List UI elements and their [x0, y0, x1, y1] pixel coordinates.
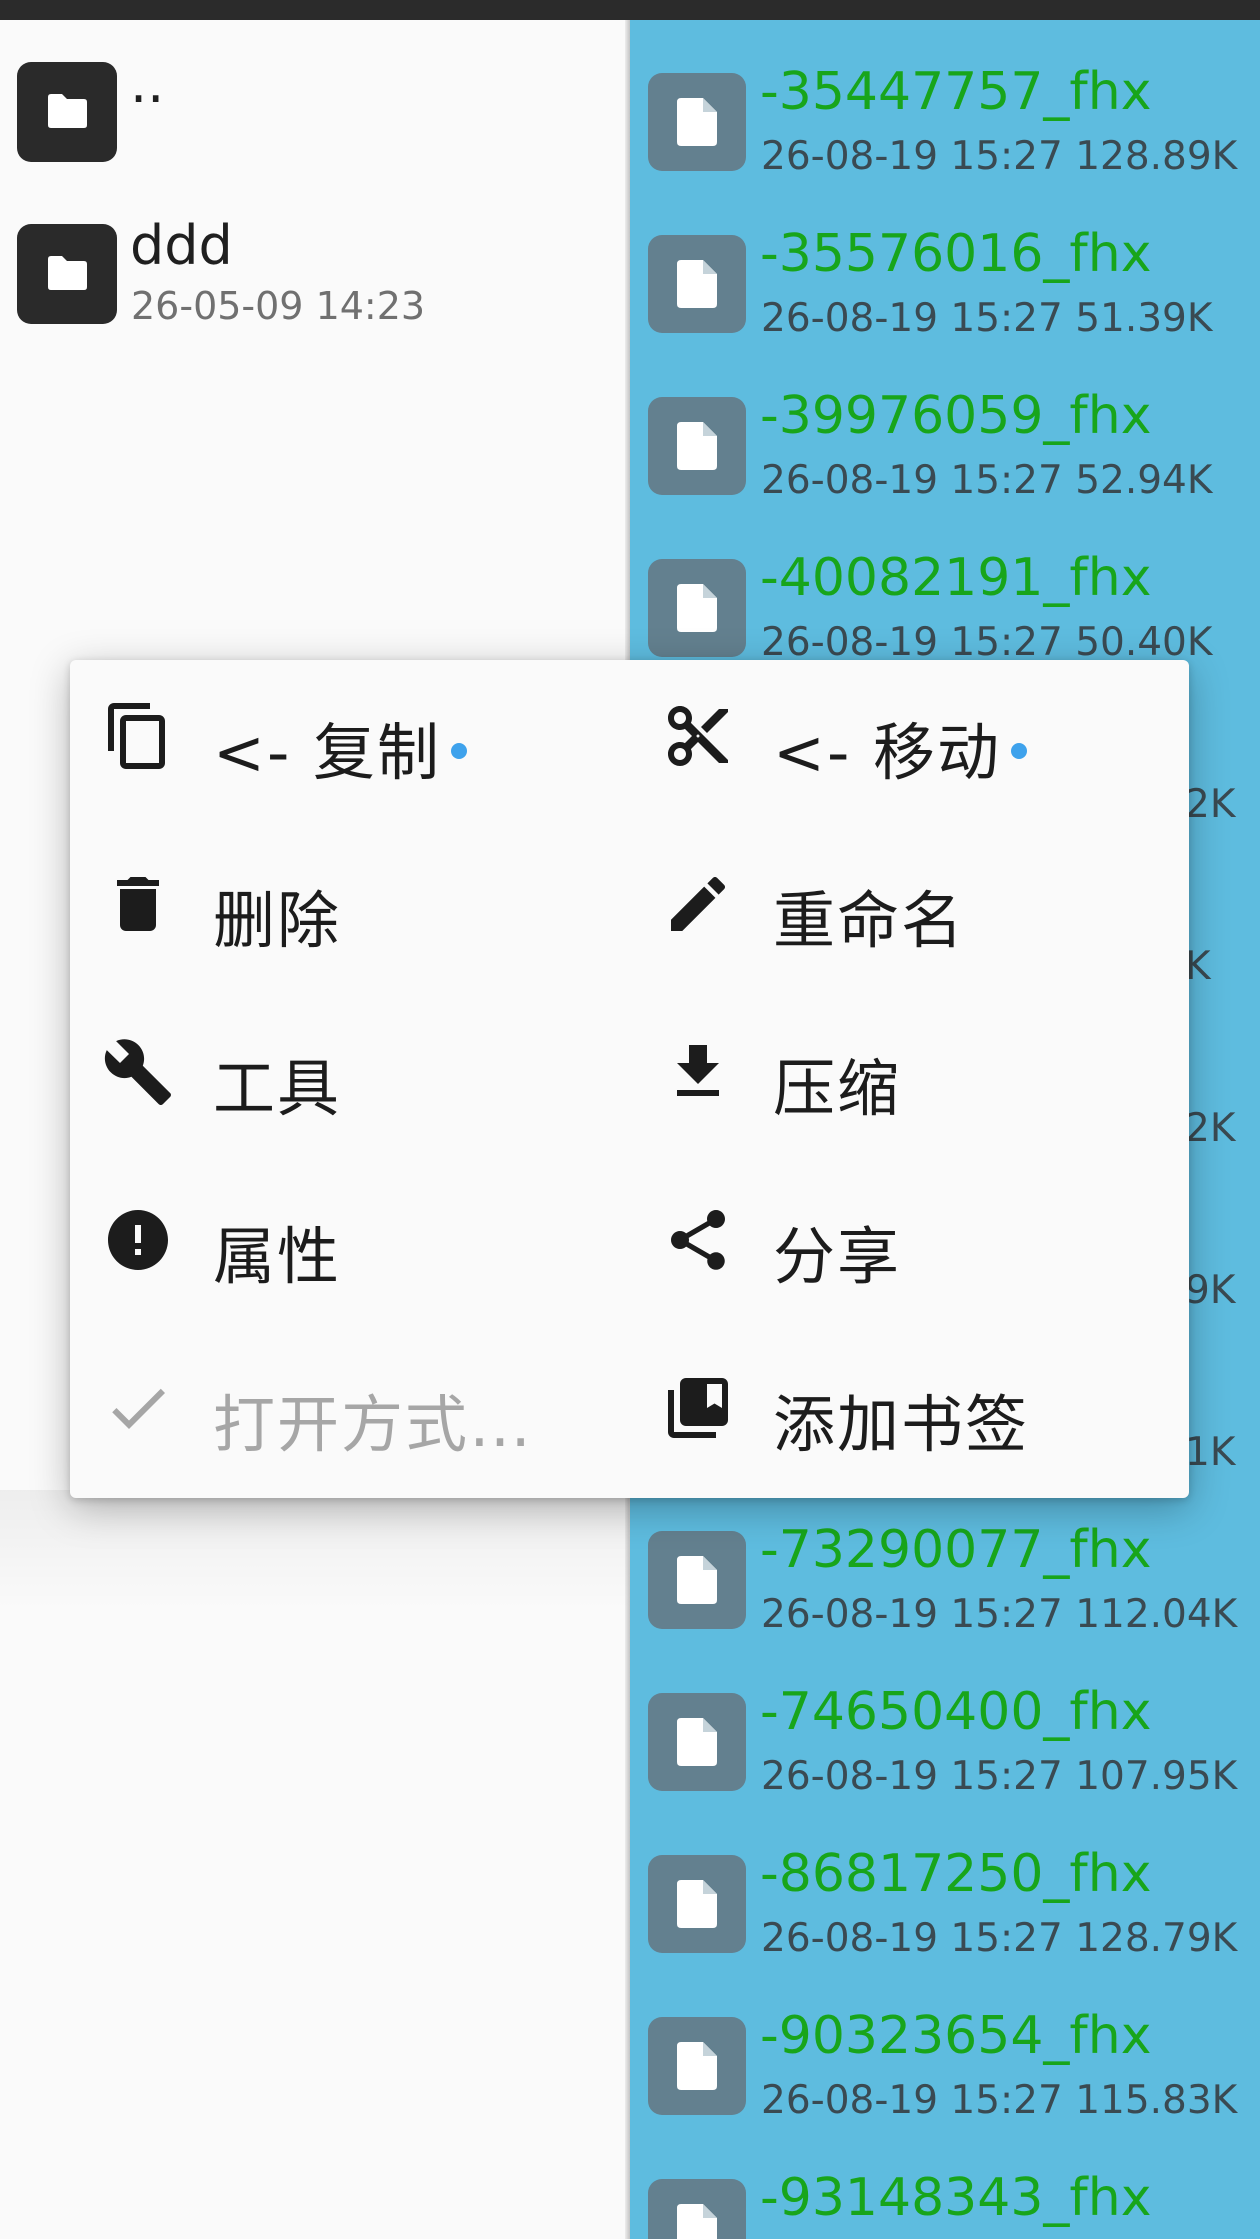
- file-meta: 26-08-19 15:27 112.04K: [761, 1592, 1238, 1637]
- list-item[interactable]: -86817250_fhx 26-08-19 15:27 128.79K: [630, 1802, 1260, 1964]
- file-name: -35576016_fhx: [760, 224, 1152, 284]
- menu-item-label: 属性: [213, 1220, 342, 1293]
- status-bar: [0, 0, 1260, 20]
- list-item-date: 26-05-09 14:23: [131, 284, 426, 328]
- menu-item-properties[interactable]: 属性: [70, 1164, 610, 1314]
- file-name: -73290077_fhx: [760, 1520, 1152, 1580]
- menu-item-label: 压缩: [773, 1052, 902, 1125]
- menu-item-add-bookmark[interactable]: 添加书签: [630, 1332, 1170, 1482]
- download-icon: [677, 1045, 719, 1096]
- list-item[interactable]: -35447757_fhx 26-08-19 15:27 128.89K: [630, 20, 1260, 182]
- file-meta: 26-08-19 15:27 128.89K: [761, 134, 1238, 179]
- menu-shadow: [0, 1490, 629, 1610]
- context-menu: <- 复制 <- 移动 删除 重命名 工具 压缩 属性 分享 打开方式… 添加书…: [70, 660, 1189, 1498]
- file-meta: 26-08-19 15:27 115.83K: [761, 2078, 1238, 2123]
- list-item[interactable]: -93148343_fhx: [630, 2126, 1260, 2239]
- menu-item-label: 添加书签: [773, 1388, 1030, 1461]
- file-meta: 1K: [1185, 1430, 1236, 1475]
- list-item-name: ..: [130, 52, 165, 115]
- file-name: -90323654_fhx: [760, 2006, 1152, 2066]
- file-meta: 26-08-19 15:27 51.39K: [761, 296, 1213, 341]
- info-alert-icon: [108, 1210, 168, 1270]
- menu-item-open-with[interactable]: 打开方式…: [70, 1332, 610, 1482]
- menu-item-label: 删除: [213, 884, 342, 957]
- menu-item-move[interactable]: <- 移动: [630, 660, 1170, 810]
- wrench-icon: [104, 1039, 171, 1105]
- list-item[interactable]: -40082191_fhx 26-08-19 15:27 50.40K: [630, 506, 1260, 668]
- file-name: -39976059_fhx: [760, 386, 1152, 446]
- file-name: -40082191_fhx: [760, 548, 1152, 608]
- file-icon: [648, 1855, 746, 1953]
- list-item[interactable]: -39976059_fhx 26-08-19 15:27 52.94K: [630, 344, 1260, 506]
- menu-item-label: <- 移动: [773, 716, 1002, 789]
- share-icon: [671, 1210, 725, 1270]
- menu-item-rename[interactable]: 重命名: [630, 828, 1170, 978]
- menu-item-delete[interactable]: 删除: [70, 828, 610, 978]
- scissors-icon: [668, 706, 728, 766]
- file-name: -93148343_fhx: [760, 2168, 1152, 2228]
- list-item[interactable]: -73290077_fhx 26-08-19 15:27 112.04K: [630, 1478, 1260, 1640]
- menu-item-share[interactable]: 分享: [630, 1164, 1170, 1314]
- trash-icon: [117, 877, 159, 931]
- file-icon: [648, 2179, 746, 2239]
- menu-item-tools[interactable]: 工具: [70, 996, 610, 1146]
- menu-item-label: 打开方式…: [213, 1388, 534, 1461]
- file-icon: [648, 559, 746, 657]
- file-meta: 26-08-19 15:27 52.94K: [761, 458, 1213, 503]
- file-meta: 26-08-19 15:27 128.79K: [761, 1916, 1238, 1961]
- menu-item-label: 重命名: [773, 884, 966, 957]
- copy-icon: [108, 703, 165, 769]
- file-meta: 2K: [1185, 1106, 1236, 1151]
- file-meta: 26-08-19 15:27 50.40K: [761, 620, 1213, 665]
- list-item-parent-dir[interactable]: ..: [0, 30, 620, 190]
- file-icon: [648, 397, 746, 495]
- menu-item-label: <- 复制: [213, 716, 442, 789]
- menu-item-label: 分享: [773, 1220, 902, 1293]
- indicator-dot: [1011, 742, 1028, 759]
- file-meta: 26-08-19 15:27 107.95K: [761, 1754, 1238, 1799]
- list-item-name: ddd: [130, 214, 233, 277]
- file-icon: [648, 1531, 746, 1629]
- file-name: -35447757_fhx: [760, 62, 1152, 122]
- file-icon: [648, 2017, 746, 2115]
- file-icon: [648, 73, 746, 171]
- folder-icon: [17, 62, 117, 162]
- list-item-folder-ddd[interactable]: ddd 26-05-09 14:23: [0, 192, 620, 352]
- menu-item-compress[interactable]: 压缩: [630, 996, 1170, 1146]
- check-icon: [112, 1388, 165, 1429]
- pencil-icon: [671, 876, 726, 931]
- file-meta: 9K: [1185, 1268, 1236, 1313]
- bookmark-stack-icon: [668, 1378, 728, 1438]
- file-icon: [648, 1693, 746, 1791]
- file-name: -74650400_fhx: [760, 1682, 1152, 1742]
- menu-item-copy[interactable]: <- 复制: [70, 660, 610, 810]
- list-item[interactable]: -35576016_fhx 26-08-19 15:27 51.39K: [630, 182, 1260, 344]
- file-name: -86817250_fhx: [760, 1844, 1152, 1904]
- list-item[interactable]: -90323654_fhx 26-08-19 15:27 115.83K: [630, 1964, 1260, 2126]
- list-item[interactable]: -74650400_fhx 26-08-19 15:27 107.95K: [630, 1640, 1260, 1802]
- file-meta: 2K: [1185, 782, 1236, 827]
- indicator-dot: [451, 742, 468, 759]
- file-icon: [648, 235, 746, 333]
- folder-icon: [17, 224, 117, 324]
- menu-item-label: 工具: [213, 1052, 342, 1125]
